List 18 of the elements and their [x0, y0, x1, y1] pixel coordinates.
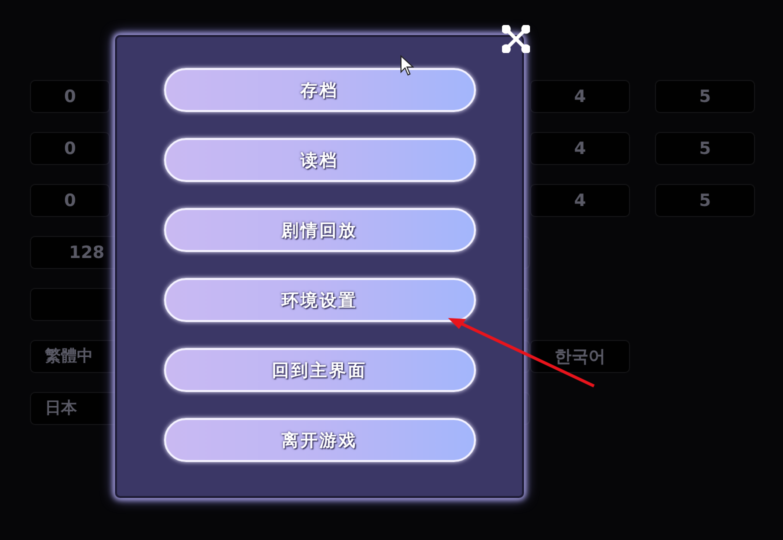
menu-button[interactable]: 环境设置 — [164, 278, 476, 322]
close-icon[interactable] — [502, 25, 530, 53]
slot-button[interactable]: 0 — [30, 184, 110, 217]
slot-button[interactable]: 4 — [530, 80, 630, 113]
language-button[interactable]: 한국어 — [530, 340, 630, 373]
slot-button[interactable]: 4 — [530, 184, 630, 217]
slot-button[interactable]: 5 — [655, 132, 755, 165]
menu-button[interactable]: 读档 — [164, 138, 476, 182]
menu-button[interactable]: 存档 — [164, 68, 476, 112]
menu-button[interactable]: 剧情回放 — [164, 208, 476, 252]
slot-button[interactable]: 5 — [655, 184, 755, 217]
slot-button[interactable]: 0 — [30, 80, 110, 113]
menu-button[interactable]: 回到主界面 — [164, 348, 476, 392]
slot-button[interactable]: 0 — [30, 132, 110, 165]
cursor-icon — [400, 55, 414, 77]
slot-button[interactable]: 5 — [655, 80, 755, 113]
menu-button[interactable]: 离开游戏 — [164, 418, 476, 462]
slot-button[interactable]: 4 — [530, 132, 630, 165]
